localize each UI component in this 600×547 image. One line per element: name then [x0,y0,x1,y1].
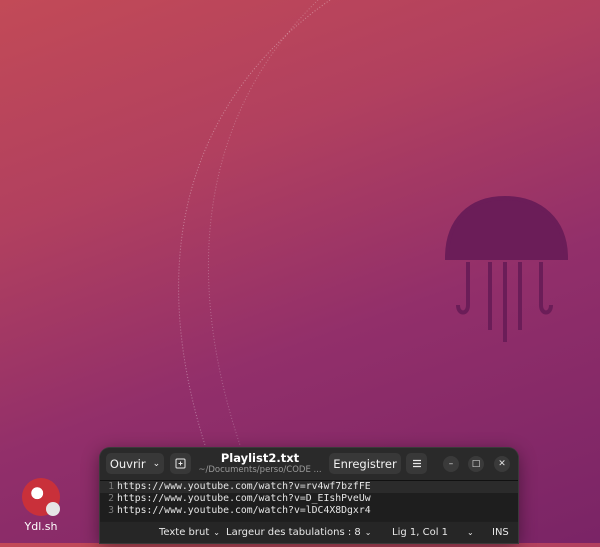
save-button[interactable]: Enregistrer [329,453,401,474]
chevron-down-icon: ⌄ [152,458,161,469]
chevron-down-icon: ⌄ [364,528,372,537]
language-selector[interactable]: Texte brut ⌄ [159,527,220,538]
tab-width-label: Largeur des tabulations : 8 [226,527,361,538]
cursor-position-selector[interactable]: Lig 1, Col 1 [392,527,448,538]
chevron-down-icon: ⌄ [467,528,474,537]
language-label: Texte brut [159,527,210,538]
script-file-icon [22,478,60,516]
position-dropdown[interactable]: ⌄ [463,527,474,538]
maximize-button[interactable]: □ [468,456,484,472]
header-bar: Ouvrir ⌄ Playlist2.txt ~/Documents/perso… [100,448,518,481]
insert-mode-label: INS [492,527,509,538]
main-menu-button[interactable] [406,453,427,474]
chevron-down-icon: ⌄ [213,528,220,537]
minimize-button[interactable]: – [443,456,459,472]
open-button[interactable]: Ouvrir ⌄ [106,453,164,474]
tab-width-selector[interactable]: Largeur des tabulations : 8 ⌄ [226,527,371,538]
status-bar: Texte brut ⌄ Largeur des tabulations : 8 ⌄… [100,522,518,543]
line-number: 1 [108,481,114,492]
text-editor-window: Ouvrir ⌄ Playlist2.txt ~/Documents/perso… [100,448,518,543]
line-text: https://www.youtube.com/watch?v=lDC4X8Dg… [117,505,371,516]
document-title: Playlist2.txt [220,451,300,465]
desktop-file-label: Ydl.sh [24,520,58,533]
close-icon: ✕ [498,459,506,469]
line-text: https://www.youtube.com/watch?v=rv4wf7bz… [117,481,371,492]
editor-line: 3 https://www.youtube.com/watch?v=lDC4X8… [100,505,518,517]
editor-line: 1 https://www.youtube.com/watch?v=rv4wf7… [100,481,518,493]
hamburger-menu-icon [412,459,421,468]
line-text: https://www.youtube.com/watch?v=D_EIshPv… [117,493,371,504]
cursor-position-label: Lig 1, Col 1 [392,527,449,538]
desktop-file-ydl[interactable]: Ydl.sh [16,478,66,533]
line-number: 3 [108,505,114,516]
text-editor[interactable]: 1 https://www.youtube.com/watch?v=rv4wf7… [100,481,518,521]
jellyfish-logo [444,195,569,342]
window-title: Playlist2.txt ~/Documents/perso/CODE ... [197,452,323,476]
insert-mode-indicator[interactable]: INS [492,527,509,538]
document-path: ~/Documents/perso/CODE ... [198,465,322,475]
line-number: 2 [108,493,114,504]
editor-line: 2 https://www.youtube.com/watch?v=D_EIsh… [100,493,518,505]
new-tab-button[interactable] [170,453,191,474]
close-button[interactable]: ✕ [494,456,510,472]
open-button-label: Ouvrir [109,456,146,471]
new-tab-icon [175,458,186,469]
minimize-icon: – [448,459,454,469]
maximize-icon: □ [471,459,481,469]
